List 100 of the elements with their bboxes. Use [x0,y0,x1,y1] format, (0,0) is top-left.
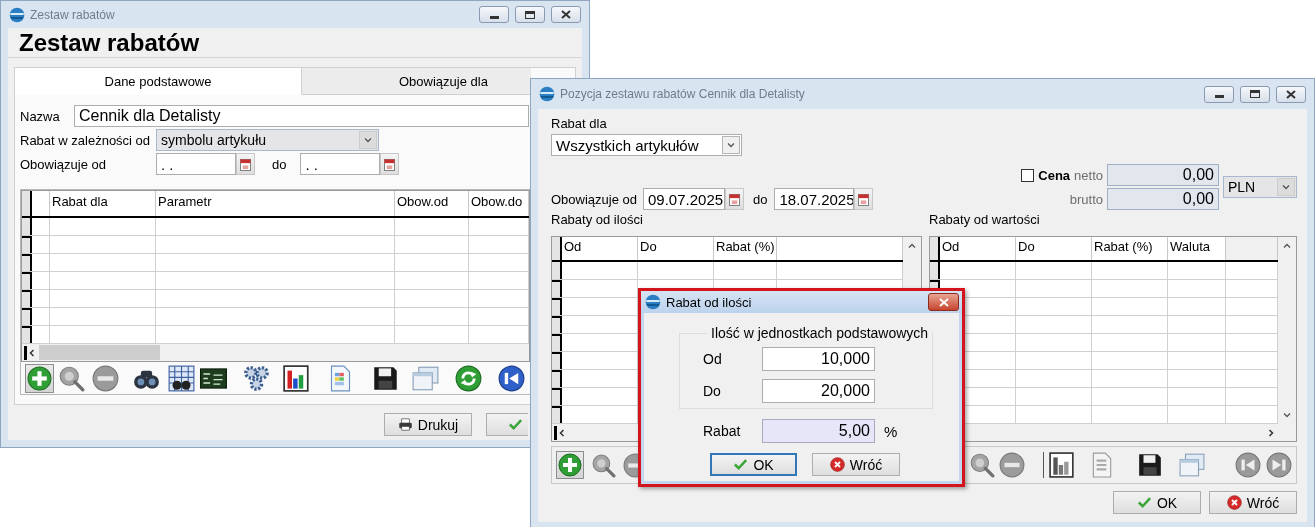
calendar-button[interactable] [725,188,744,210]
input-field[interactable]: 10,000 [762,347,875,371]
cancel-icon [1226,495,1242,510]
calendar-button[interactable] [236,153,255,175]
row-header[interactable] [22,218,32,235]
minimize-button[interactable] [479,6,509,23]
row-header[interactable] [552,280,562,297]
minus-icon[interactable] [92,364,119,392]
field-label: Do [703,383,722,399]
magnifier-icon[interactable] [591,452,616,478]
cancel-icon [829,457,845,472]
cancel-button[interactable]: Wróć [812,453,900,476]
row-header[interactable] [552,406,562,423]
ok-button[interactable] [486,413,528,436]
scroll-left-icon[interactable] [557,427,567,438]
field-label: netto [1074,167,1103,183]
minus-icon[interactable] [999,452,1025,478]
gears-icon[interactable] [243,364,270,392]
save-icon[interactable] [372,364,399,392]
check-icon [1136,495,1152,510]
close-button[interactable] [551,6,581,23]
calendar-icon [729,192,740,206]
field-label: Rabat [703,423,742,439]
column-header: Obow.od [397,194,449,209]
row-header[interactable] [552,262,562,279]
window-title: Rabat od ilości [666,294,752,310]
check-icon [733,457,749,472]
tab[interactable]: Dane podstawowe [15,68,302,95]
row-header[interactable] [552,316,562,333]
dropdown[interactable]: Wszystkich artykułów [551,134,742,156]
grid-binoculars-icon[interactable] [168,364,195,392]
scroll-thumb[interactable] [39,345,160,360]
check-icon [508,417,523,432]
row-header[interactable] [552,352,562,369]
date-field[interactable]: 18.07.2025 [774,188,855,210]
unit-label: % [884,422,898,440]
close-icon[interactable] [561,10,571,19]
save-icon[interactable] [1137,452,1163,478]
scroll-left-icon[interactable] [27,347,37,358]
app-logo-icon [9,6,25,23]
row-header[interactable] [22,326,32,343]
ok-button[interactable]: OK [1113,491,1201,514]
column-header: Do [640,239,657,254]
row-marker [24,345,27,360]
group-title: Ilość w jednostkach podstawowych [710,325,930,341]
chart-icon[interactable] [283,364,310,392]
calendar-button[interactable] [380,153,400,175]
minimize-button[interactable] [1204,85,1234,103]
scroll-up-icon[interactable] [907,241,917,251]
input-field[interactable]: 20,000 [762,379,875,403]
date-field[interactable]: . . [156,153,236,175]
row-header[interactable] [22,290,32,307]
close-button[interactable] [928,293,959,311]
header-cell [1226,237,1278,260]
refresh-icon[interactable] [455,364,482,392]
input-field[interactable]: Cennik dla Detalisty [74,105,529,127]
scroll-down-icon[interactable] [1282,410,1292,420]
print-button[interactable]: Drukuj [384,413,472,436]
field-label: Od [703,351,723,367]
calendar-icon [240,157,251,171]
field-label: Obowiązuje od [551,191,638,207]
close-button[interactable] [1276,85,1306,103]
row-header[interactable] [22,236,32,253]
chart-icon[interactable] [1049,452,1075,478]
close-icon[interactable] [1286,89,1296,99]
row-header[interactable] [552,388,562,405]
input-field[interactable]: 5,00 [762,419,875,443]
scrollbar[interactable] [1278,237,1296,424]
row-header[interactable] [22,272,32,289]
maximize-button[interactable] [1240,85,1270,103]
scrollbar[interactable] [22,344,529,361]
row-header[interactable] [22,254,32,271]
row-header[interactable] [22,308,32,325]
row-header[interactable] [552,298,562,315]
column-header: Waluta [1170,239,1210,254]
column-header: Do [1018,239,1035,254]
ok-button[interactable]: OK [710,453,797,476]
cancel-button[interactable]: Wróć [1209,491,1297,514]
tab[interactable]: Obowiązuje dla [302,68,531,95]
magnifier-icon[interactable] [969,452,995,478]
column-header: Rabat (%) [1094,239,1153,254]
column-header: Rabat (%) [716,239,775,254]
skip-forward-icon[interactable] [1266,452,1292,478]
field-label: Rabat w zależności od [20,132,152,148]
row-marker [554,425,557,440]
calendar-icon [858,192,870,206]
skip-back-icon[interactable] [498,364,525,392]
row-header[interactable] [930,262,940,279]
scroll-up-icon[interactable] [1282,241,1292,251]
maximize-button[interactable] [515,6,545,23]
date-field[interactable]: 09.07.2025 [643,188,725,210]
row-header[interactable] [552,370,562,387]
calendar-button[interactable] [854,188,874,210]
printer-icon [397,417,413,432]
scroll-right-icon[interactable] [1266,427,1276,438]
row-header[interactable] [552,334,562,351]
date-field[interactable]: . . [300,153,381,175]
section-title: Rabaty od wartości [929,212,1041,229]
field-label: Rabat dla [551,116,608,131]
magnifier-icon[interactable] [58,364,85,392]
